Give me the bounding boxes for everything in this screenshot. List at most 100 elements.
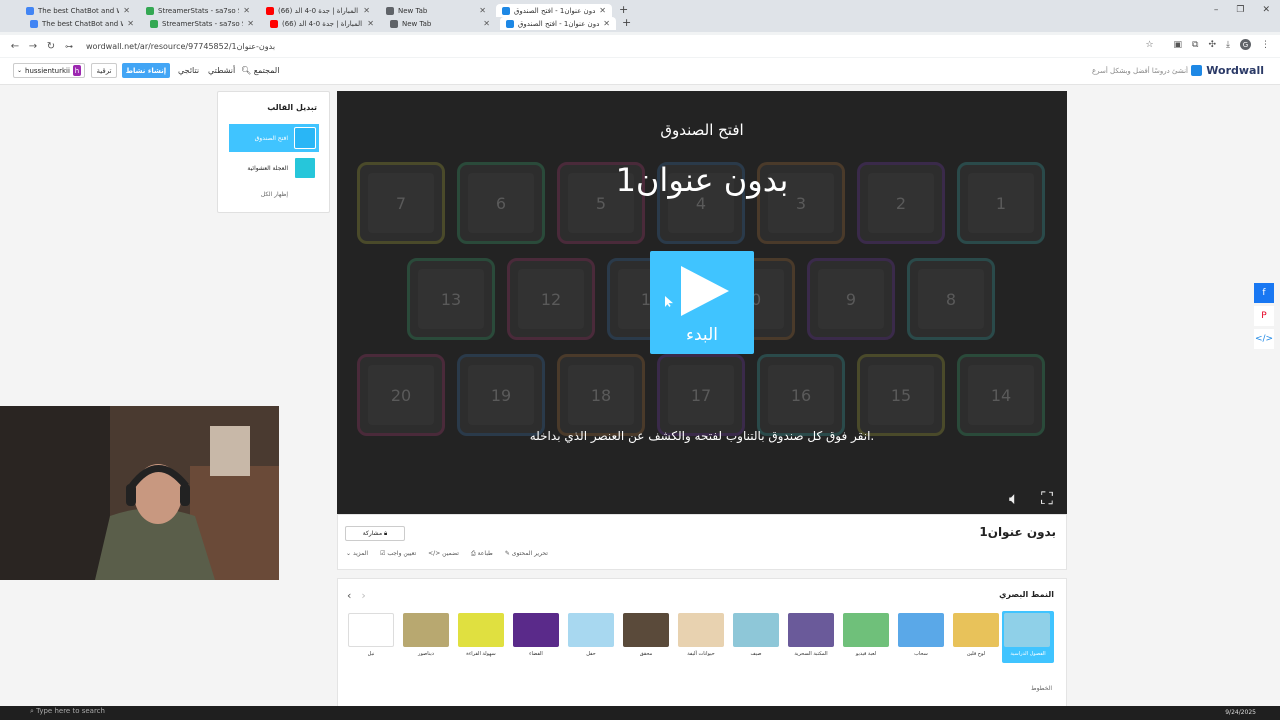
tab-favicon-icon (386, 6, 394, 15)
address-bar: ← → ↻ ⊶ wordwall.net/ar/resource/9774585… (0, 35, 1280, 57)
theme-option[interactable]: سهولة القراءة (458, 613, 504, 657)
profile-avatar[interactable]: G (1240, 39, 1251, 50)
nav-my-activities[interactable]: أنشطتي (208, 66, 235, 75)
facebook-share-icon[interactable]: f (1254, 283, 1274, 303)
download-icon[interactable]: ⤓ (1226, 40, 1230, 50)
browser-tab[interactable]: StreamerStats - sa7so Stream S ✕ (140, 4, 256, 17)
box-number: 16 (790, 385, 812, 405)
tab-close-icon[interactable]: ✕ (363, 6, 370, 15)
assign-button[interactable]: ☑ تعيين واجب (380, 550, 416, 558)
template-random-wheel[interactable]: العجلة العشوائية (229, 154, 319, 182)
theme-option[interactable]: لعبة فيديو (843, 613, 889, 657)
taskbar-search[interactable]: ⌕ Type here to search (30, 707, 105, 716)
mystery-box[interactable]: 20 (357, 354, 445, 436)
edit-content-button[interactable]: ✎ تحرير المحتوى (505, 550, 548, 558)
theme-thumbnail (568, 613, 614, 647)
fullscreen-icon[interactable]: ⛶ (1041, 489, 1053, 509)
mystery-box[interactable]: 13 (407, 258, 495, 340)
tab-close-icon[interactable]: ✕ (599, 6, 606, 15)
pinterest-share-icon[interactable]: P (1254, 306, 1274, 326)
webcam-overlay (0, 406, 279, 580)
tab-close-icon[interactable]: ✕ (367, 19, 374, 28)
browser-tab[interactable]: (66) ملخص المباراة | جدة 0-4 الد... ✕ (260, 4, 376, 17)
puzzle-icon[interactable]: ✣ (1208, 40, 1216, 50)
theme-option[interactable]: الفضاء (513, 613, 559, 657)
tab-favicon-icon (146, 6, 154, 15)
tab-close-icon[interactable]: ✕ (603, 19, 610, 28)
browser-tab[interactable]: New Tab ✕ (380, 4, 492, 17)
theme-option[interactable]: لوح فلين (953, 613, 999, 657)
mystery-box[interactable]: 8 (907, 258, 995, 340)
upgrade-button[interactable]: ترقية (91, 63, 117, 78)
taskbar (0, 706, 1280, 720)
mystery-box[interactable]: 16 (757, 354, 845, 436)
theme-option[interactable]: المكتبة السحرية (788, 613, 834, 657)
browser-tab[interactable]: بدون عنوان1 - افتح الصندوق ✕ (496, 4, 612, 17)
theme-option[interactable]: سحاب (898, 613, 944, 657)
mystery-box[interactable]: 9 (807, 258, 895, 340)
game-frame[interactable]: 7654321131211109820191817161514 افتح الص… (337, 91, 1067, 514)
create-activity-button[interactable]: إنشاء نشاط (122, 63, 170, 78)
mystery-box[interactable]: 17 (657, 354, 745, 436)
tab-close-icon[interactable]: ✕ (123, 6, 130, 15)
browser-tab[interactable]: (66) ملخص المباراة | جدة 0-4 الد... ✕ (264, 17, 380, 30)
theme-option[interactable]: صيف (733, 613, 779, 657)
tab-close-icon[interactable]: ✕ (243, 6, 250, 15)
tab-title: بدون عنوان1 - افتح الصندوق (518, 19, 600, 28)
print-button[interactable]: ⎙ طباعة (471, 550, 493, 558)
theme-option[interactable]: محقق (623, 613, 669, 657)
mystery-box[interactable]: 12 (507, 258, 595, 340)
share-label: مشاركة (362, 530, 383, 537)
extension-icon[interactable]: ▣ (1174, 40, 1183, 50)
theme-option[interactable]: الفصول الدراسية (1002, 611, 1054, 663)
user-menu[interactable]: ⌄ hussienturkii h (13, 63, 85, 78)
embed-button[interactable]: </> تضمين (428, 550, 459, 558)
mystery-box[interactable]: 15 (857, 354, 945, 436)
more-label: المزيد (352, 550, 369, 557)
mystery-box[interactable]: 19 (457, 354, 545, 436)
nav-my-results[interactable]: نتائجي (178, 66, 199, 75)
more-button[interactable]: ⌄ المزيد (346, 550, 368, 558)
browser-tab[interactable]: The best ChatBot and Widgets ✕ (24, 17, 140, 30)
url-field[interactable]: wordwall.net/ar/resource/97745852/بدون-ع… (86, 42, 275, 51)
template-open-the-box[interactable]: افتح الصندوق (229, 124, 319, 152)
site-info-icon[interactable]: ⊶ (60, 42, 78, 51)
forward-icon[interactable]: → (24, 41, 42, 52)
bookmark-star-icon[interactable]: ☆ (1145, 40, 1153, 50)
chevron-right-icon[interactable]: › (361, 589, 365, 602)
theme-option[interactable]: ديناصور (403, 613, 449, 657)
tab-close-icon[interactable]: ✕ (247, 19, 254, 28)
chevron-left-icon[interactable]: ‹ (347, 589, 351, 602)
minimize-icon[interactable]: – (1214, 5, 1219, 15)
nav-community[interactable]: 🔍︎ المجتمع (241, 66, 279, 75)
window-controls[interactable]: – ❐ ✕ (1214, 5, 1270, 15)
close-icon[interactable]: ✕ (1262, 5, 1270, 15)
extension-icon[interactable]: ⧉ (1192, 40, 1198, 50)
browser-tab[interactable]: The best ChatBot and Widgets ✕ (20, 4, 136, 17)
browser-tab[interactable]: StreamerStats - sa7so Stream S ✕ (144, 17, 260, 30)
share-button[interactable]: مشاركة 🔒︎ (345, 526, 405, 541)
mystery-box[interactable]: 14 (957, 354, 1045, 436)
reload-icon[interactable]: ↻ (42, 41, 60, 52)
theme-option[interactable]: حيوانات أليفة (678, 613, 724, 657)
restore-icon[interactable]: ❐ (1236, 5, 1244, 15)
tab-close-icon[interactable]: ✕ (127, 19, 134, 28)
show-all-link[interactable]: إظهار الكل (218, 191, 331, 198)
browser-tab[interactable]: New Tab ✕ (384, 17, 496, 30)
tab-row-1: The best ChatBot and Widgets✕ StreamerSta… (20, 4, 612, 17)
tab-close-icon[interactable]: ✕ (479, 6, 486, 15)
wordwall-logo[interactable]: Wordwall (1191, 64, 1264, 77)
browser-tab[interactable]: بدون عنوان1 - افتح الصندوق ✕ (500, 17, 616, 30)
theme-thumbnail (348, 613, 394, 647)
volume-icon[interactable]: 🔈︎ (1009, 489, 1019, 509)
tab-close-icon[interactable]: ✕ (483, 19, 490, 28)
theme-option[interactable]: حفل (568, 613, 614, 657)
embed-share-icon[interactable]: </> (1254, 329, 1274, 349)
new-tab-button[interactable]: + (619, 3, 628, 16)
menu-icon[interactable]: ⋮ (1261, 40, 1270, 50)
visual-style-title: النمط البصري (999, 590, 1054, 599)
theme-option[interactable]: نيل (348, 613, 394, 657)
back-icon[interactable]: ← (6, 41, 24, 52)
mystery-box[interactable]: 18 (557, 354, 645, 436)
new-tab-button[interactable]: + (622, 16, 631, 29)
